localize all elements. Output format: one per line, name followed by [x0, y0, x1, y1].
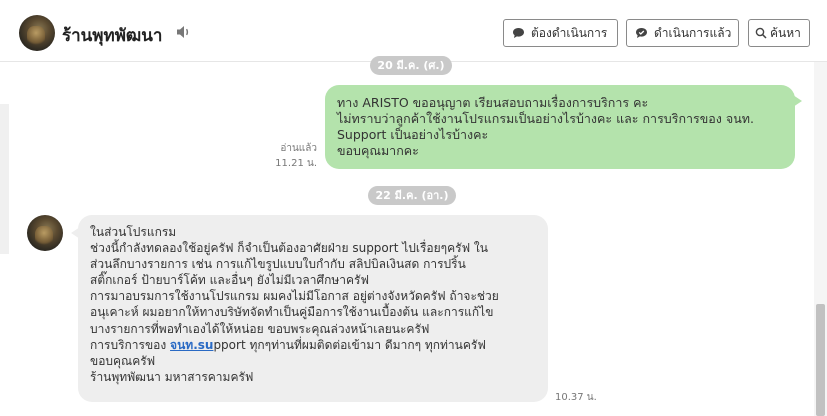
message-line: ไม่ทราบว่าลูกค้าใช้งานโปรแกรมเป็นอย่างไร…: [337, 111, 754, 126]
chat-check-icon: [636, 28, 647, 38]
chat-bubble-icon: [513, 28, 524, 38]
message-meta-outgoing: อ่านแล้ว 11.21 น.: [262, 141, 317, 171]
chat-area[interactable]: 20 มี.ค. (ศ.) อ่านแล้ว 11.21 น. ทาง ARIS…: [0, 56, 827, 416]
message-time: 10.37 น.: [555, 392, 597, 403]
message-line: การบริการของ จนท.support ทุกๆท่านที่ผมติ…: [90, 337, 536, 353]
todo-button-label: ต้องดำเนินการ: [531, 25, 608, 40]
message-line: ช่วงนี้กำลังทดลองใช้อยู่ครัฟ ก็จำเป็นต้อ…: [90, 241, 488, 256]
message-time: 11.21 น.: [275, 158, 317, 169]
sender-avatar[interactable]: [27, 215, 63, 251]
support-link[interactable]: จนท.su: [170, 338, 213, 352]
message-line: บางรายการที่พอทำเองได้ให้หน่อย ขอบพระคุณ…: [90, 321, 430, 336]
shop-name: ร้านพุทพัฒนา: [62, 26, 163, 46]
scrollbar-thumb[interactable]: [816, 304, 825, 416]
search-button[interactable]: ค้นหา: [748, 19, 810, 47]
message-line: อนุเคาะห์ ผมอยากให้ทางบริษัทจัดทำเป็นคู่…: [90, 305, 494, 320]
service-prefix: การบริการของ: [90, 337, 171, 352]
bubble-tail: [71, 227, 80, 239]
todo-button[interactable]: ต้องดำเนินการ: [503, 19, 618, 47]
search-icon: [755, 27, 767, 39]
date-separator: 22 มี.ค. (อา.): [368, 186, 456, 205]
message-line: ขอบคุณมากคะ: [337, 143, 419, 158]
date-separator: 20 มี.ค. (ศ.): [370, 56, 452, 75]
message-line: การมาอบรมการใช้งานโปรแกรม ผมคงไม่มีโอกาส…: [90, 289, 499, 304]
chat-header: ร้านพุทพัฒนา ต้องดำเนินการ ดำเนินการแล้ว…: [0, 0, 827, 62]
message-line: ในส่วนโปรแกรม: [90, 225, 177, 239]
read-status: อ่านแล้ว: [280, 143, 317, 154]
done-button[interactable]: ดำเนินการแล้ว: [626, 19, 739, 47]
message-line: ส่วนลึกบางรายการ เช่น การแก้ไขรูปแบบใบกำ…: [90, 257, 466, 272]
message-line: ทาง ARISTO ขออนุญาต เรียนสอบถามเรื่องการ…: [337, 95, 649, 110]
bubble-tail: [793, 95, 802, 107]
left-panel-edge: [0, 104, 9, 254]
done-button-label: ดำเนินการแล้ว: [654, 25, 732, 40]
speaker-icon[interactable]: [176, 25, 192, 39]
incoming-message[interactable]: ในส่วนโปรแกรม ช่วงนี้กำลังทดลองใช้อยู่คร…: [71, 215, 548, 402]
message-line: ขอบคุณครัฟ: [90, 353, 156, 368]
search-button-label: ค้นหา: [770, 25, 801, 40]
message-line: ร้านพุทพัฒนา มหาสารคามครัฟ: [90, 369, 254, 384]
service-suffix: pport ทุกๆท่านที่ผมติดต่อเข้ามา ดีมากๆ ท…: [213, 337, 486, 352]
shop-avatar[interactable]: [19, 15, 55, 51]
message-line: สติ๊กเกอร์ ป้ายบาร์โค้ท และอื่นๆ ยังไม่ม…: [90, 273, 369, 288]
scrollbar[interactable]: [814, 62, 827, 416]
outgoing-message[interactable]: ทาง ARISTO ขออนุญาต เรียนสอบถามเรื่องการ…: [325, 85, 802, 169]
message-line: Support เป็นอย่างไรบ้างคะ: [337, 127, 489, 142]
